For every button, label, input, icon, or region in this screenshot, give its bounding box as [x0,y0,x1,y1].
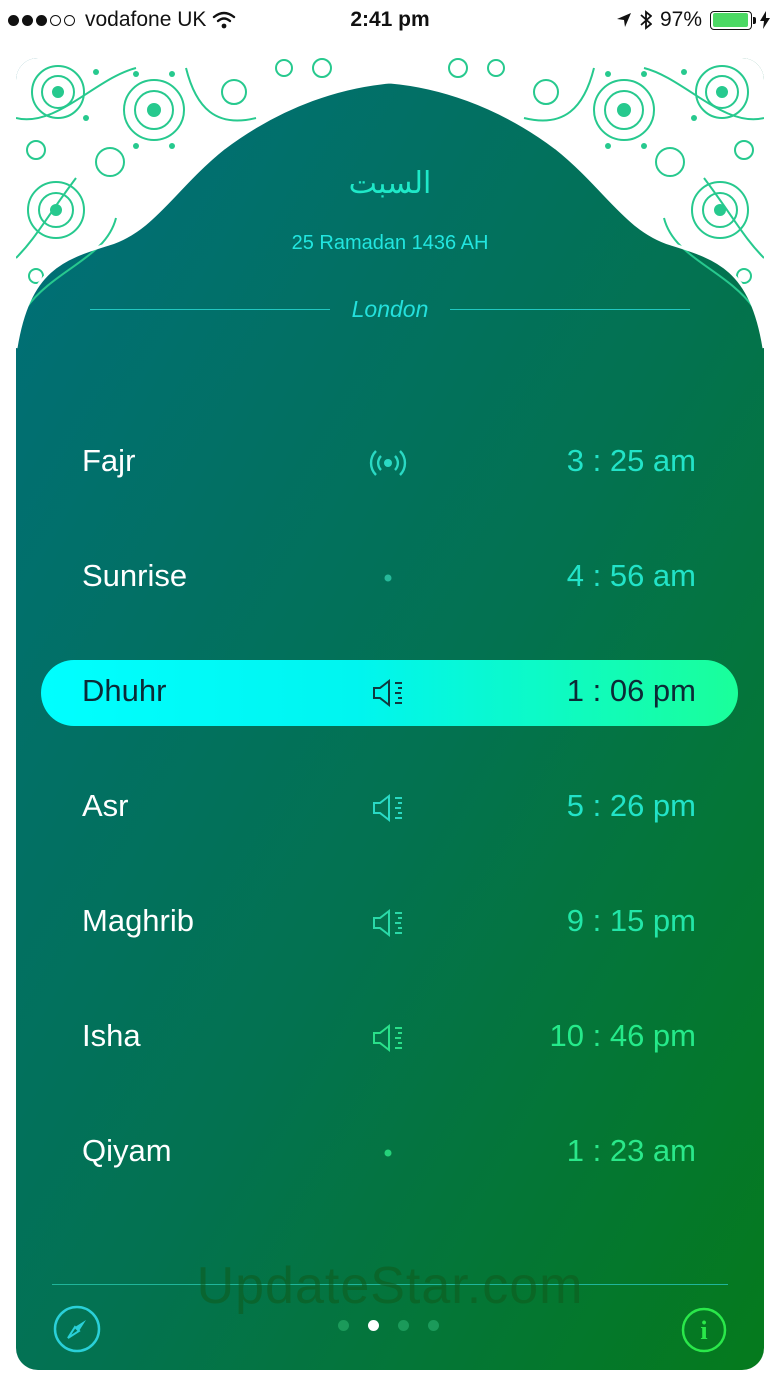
prayer-time: 1 : 06 pm [566,673,696,708]
page-dot[interactable] [398,1320,409,1331]
prayer-row-asr[interactable]: Asr 5 : 26 pm [16,750,764,865]
prayer-list: Fajr 3 : 25 am Sunrise 4 : 56 am Dhuhr 1… [16,405,764,1210]
prayer-times-card: السبت 25 Ramadan 1436 AH London Fajr 3 :… [16,58,764,1370]
location-arrow-icon [616,13,631,27]
prayer-name: Isha [82,1018,141,1053]
prayer-name: Asr [82,788,129,823]
weekday-label: السبت [348,166,432,201]
watermark: UpdateStar.com [196,1257,584,1315]
prayer-name: Maghrib [82,903,194,938]
speaker-icon[interactable] [368,675,408,711]
broadcast-icon[interactable] [368,445,408,481]
prayer-row-isha[interactable]: Isha 10 : 46 pm [16,980,764,1095]
page-dot[interactable] [428,1320,439,1331]
charging-bolt-icon [760,11,770,29]
dot-icon[interactable] [368,560,408,596]
prayer-name: Dhuhr [82,673,167,708]
compass-icon[interactable] [52,1304,102,1354]
status-bar: vodafone UK 2:41 pm 97% [0,0,780,40]
page-dot[interactable] [338,1320,349,1331]
prayer-name: Fajr [82,443,136,478]
prayer-name: Qiyam [82,1133,172,1168]
page-dot[interactable] [368,1320,379,1331]
svg-text:i: i [700,1316,707,1345]
battery-icon [710,10,756,30]
prayer-time: 5 : 26 pm [566,788,696,823]
prayer-time: 10 : 46 pm [549,1018,696,1053]
divider-left [90,308,330,310]
prayer-row-fajr[interactable]: Fajr 3 : 25 am [16,405,764,520]
divider-right [450,308,690,310]
city-selector[interactable]: London [90,294,690,324]
city-label[interactable]: London [330,296,451,323]
prayer-time: 1 : 23 am [566,1133,696,1168]
prayer-row-qiyam[interactable]: Qiyam 1 : 23 am [16,1095,764,1210]
bluetooth-icon [640,10,652,30]
prayer-name: Sunrise [82,558,188,593]
speaker-icon[interactable] [368,905,408,941]
prayer-row-dhuhr[interactable]: Dhuhr 1 : 06 pm [16,635,764,750]
page-indicator[interactable] [338,1320,439,1331]
speaker-icon[interactable] [368,790,408,826]
hijri-date: 25 Ramadan 1436 AH [291,232,489,254]
dot-icon[interactable] [368,1135,408,1171]
info-icon[interactable]: i [680,1306,728,1354]
prayer-time: 3 : 25 am [566,443,696,478]
battery-percent: 97% [659,8,702,31]
prayer-row-maghrib[interactable]: Maghrib 9 : 15 pm [16,865,764,980]
prayer-time: 4 : 56 am [566,558,696,593]
prayer-time: 9 : 15 pm [566,903,696,938]
speaker-icon[interactable] [368,1020,408,1056]
prayer-row-sunrise[interactable]: Sunrise 4 : 56 am [16,520,764,635]
